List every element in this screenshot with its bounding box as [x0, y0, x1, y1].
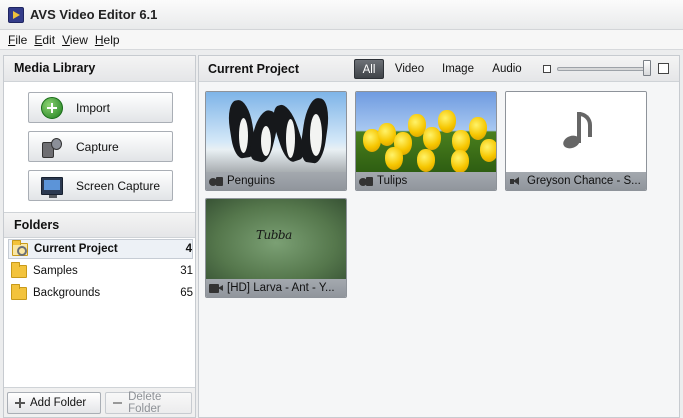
video-camera-icon: [209, 283, 224, 294]
folder-count: 31: [180, 265, 193, 277]
folder-name: Current Project: [34, 243, 118, 255]
menu-help[interactable]: Help: [95, 33, 120, 47]
filter-all[interactable]: All: [354, 59, 384, 79]
speaker-icon: [509, 176, 524, 187]
capture-button[interactable]: Capture: [28, 131, 173, 162]
screen-capture-label: Screen Capture: [76, 178, 161, 193]
folder-name: Samples: [33, 265, 78, 277]
media-tile-larva[interactable]: Tubba [HD] Larva - Ant - Y...: [205, 198, 347, 298]
screen-capture-button[interactable]: Screen Capture: [28, 170, 173, 201]
tile-caption: Penguins: [206, 172, 346, 190]
left-panel: Media Library Import Capture Screen Capt…: [3, 55, 196, 418]
zoom-slider-thumb[interactable]: [643, 60, 651, 76]
media-tile-tulips[interactable]: Tulips: [355, 91, 497, 191]
delete-folder-button[interactable]: Delete Folder: [105, 391, 192, 415]
folder-item-current-project[interactable]: Current Project 4: [8, 239, 193, 259]
delete-folder-label: Delete Folder: [128, 391, 162, 415]
import-label: Import: [76, 100, 111, 115]
tile-label: Tulips: [377, 175, 408, 187]
audio-thumbnail: [506, 92, 646, 172]
add-folder-button[interactable]: Add Folder: [7, 392, 101, 414]
window-title: AVS Video Editor 6.1: [30, 7, 158, 22]
camcorder-icon: [41, 136, 63, 158]
media-tile-penguins[interactable]: Penguins: [205, 91, 347, 191]
menu-view[interactable]: View: [62, 33, 88, 47]
menu-edit[interactable]: Edit: [34, 33, 55, 47]
penguins-thumbnail: [206, 92, 346, 172]
folder-item-backgrounds[interactable]: Backgrounds 65: [8, 283, 193, 303]
filter-image[interactable]: Image: [437, 59, 479, 79]
folder-icon: [11, 283, 27, 300]
add-folder-label: Add Folder: [30, 397, 87, 409]
folder-name: Backgrounds: [33, 287, 101, 299]
zoom-small-icon[interactable]: [543, 65, 551, 73]
menu-bar: File Edit View Help: [0, 30, 683, 50]
project-title: Current Project: [208, 62, 299, 76]
folder-icon: [11, 261, 27, 278]
filter-video[interactable]: Video: [392, 59, 427, 79]
folder-count: 4: [185, 243, 192, 255]
media-library-title: Media Library: [4, 56, 195, 82]
tile-label: Penguins: [227, 175, 275, 187]
zoom-slider-track[interactable]: [557, 67, 649, 71]
zoom-large-icon[interactable]: [658, 63, 669, 74]
tile-label: Greyson Chance - S...: [527, 175, 641, 187]
filter-audio[interactable]: Audio: [487, 59, 527, 79]
title-bar: AVS Video Editor 6.1: [0, 0, 683, 30]
project-folder-icon: [12, 239, 28, 256]
add-icon: [15, 398, 25, 408]
image-icon: [359, 176, 374, 187]
larva-logo-text: Tubba: [256, 228, 292, 242]
media-tile-greyson-chance[interactable]: Greyson Chance - S...: [505, 91, 647, 191]
tile-caption: Tulips: [356, 172, 496, 190]
folder-item-samples[interactable]: Samples 31: [8, 261, 193, 281]
app-icon: [8, 6, 24, 23]
menu-file[interactable]: File: [8, 33, 27, 47]
screen-capture-icon: [41, 177, 63, 198]
project-toolbar: Current Project All Video Image Audio: [199, 56, 679, 82]
video-thumbnail: Tubba: [206, 199, 346, 279]
capture-label: Capture: [76, 139, 119, 154]
tile-label: [HD] Larva - Ant - Y...: [227, 282, 335, 294]
tile-caption: Greyson Chance - S...: [506, 172, 646, 190]
remove-icon: [113, 402, 123, 404]
image-icon: [209, 176, 224, 187]
tulips-thumbnail: [356, 92, 496, 172]
folder-actions: Add Folder Delete Folder: [4, 387, 195, 417]
project-panel: Current Project All Video Image Audio Pe…: [198, 55, 680, 418]
import-button[interactable]: Import: [28, 92, 173, 123]
import-plus-icon: [41, 97, 63, 119]
folders-title: Folders: [4, 212, 195, 238]
folder-count: 65: [180, 287, 193, 299]
tile-caption: [HD] Larva - Ant - Y...: [206, 279, 346, 297]
